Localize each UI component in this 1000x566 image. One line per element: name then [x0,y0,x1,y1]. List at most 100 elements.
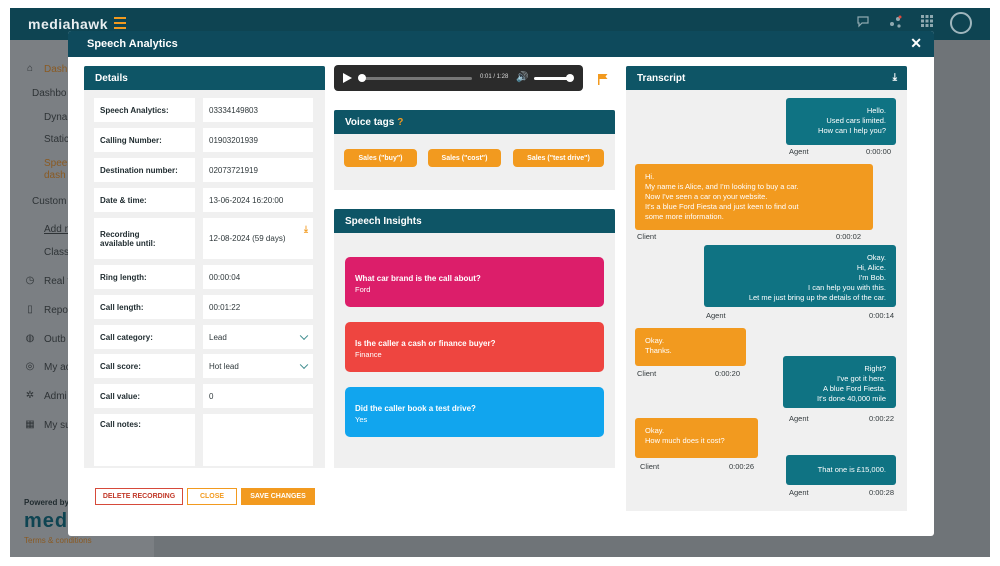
client-message: Okay. How much does it cost? [635,418,758,458]
play-icon[interactable] [343,73,352,83]
client-message: Hi. My name is Alice, and I'm looking to… [635,164,873,230]
download-icon[interactable]: ⤓ [304,224,308,235]
volume-handle[interactable] [566,74,574,82]
agent-message: Right? I've got it here. A blue Ford Fie… [783,356,896,408]
flag-icon[interactable] [597,72,609,85]
detail-label: Call category: [94,325,195,349]
detail-label: Date & time: [94,188,195,212]
message-speaker: Agent [789,414,809,423]
apps-grid-icon[interactable] [918,14,936,32]
detail-label: Speech Analytics: [94,98,195,122]
footer-logo: med [24,510,69,532]
voice-tag[interactable]: Sales ("buy") [344,149,417,167]
message-speaker: Client [637,369,657,378]
detail-label: Ring length: [94,265,195,289]
voice-tags-panel: Voice tags? Sales ("buy") Sales ("cost")… [334,110,615,190]
details-panel: Details Speech Analytics: 03334149803 Ca… [84,66,325,468]
details-title: Details [84,66,325,90]
clock-icon: ◷ [25,275,35,286]
volume-icon[interactable]: 🔊 [516,72,528,83]
message-speaker: Client [640,462,660,471]
modal-header: Speech Analytics ✕ [68,31,934,57]
detail-row: Recording available until: 12-08-2024 (5… [94,218,313,259]
recording-available-value: 12-08-2024 (59 days) ⤓ [203,218,313,259]
chat-icon[interactable] [854,14,872,32]
close-button[interactable]: CLOSE [187,488,237,505]
detail-row: Call length: 00:01:22 [94,295,313,319]
audio-player: 0:01 / 1:28 🔊 [334,65,583,91]
call-score-select[interactable]: Hot lead [203,354,313,378]
speech-analytics-modal: Speech Analytics ✕ Details Speech Analyt… [68,31,934,536]
detail-row: Destination number: 02073721919 [94,158,313,182]
detail-label: Call length: [94,295,195,319]
speech-insights-title: Speech Insights [334,209,615,233]
user-avatar-icon[interactable] [950,12,972,34]
speech-insights-panel: Speech Insights What car brand is the ca… [334,209,615,468]
help-icon[interactable]: ? [397,117,403,128]
brand-logo[interactable]: mediahawk [28,16,108,32]
volume-track[interactable] [534,77,570,80]
insight-answer: Ford [355,285,371,294]
detail-label: Calling Number: [94,128,195,152]
delete-recording-button[interactable]: DELETE RECORDING [95,488,183,505]
message-speaker: Agent [789,488,809,497]
detail-row: Calling Number: 01903201939 [94,128,313,152]
detail-row: Call value: 0 [94,384,313,408]
detail-row: Speech Analytics: 03334149803 [94,98,313,122]
progress-handle[interactable] [358,74,366,82]
message-time: 0:00:20 [715,369,741,378]
download-icon[interactable]: ⤓ [893,72,897,83]
detail-value: 01903201939 [203,128,313,152]
message-time: 0:00:14 [869,311,895,320]
message-time: 0:00:00 [866,147,892,156]
insight-card[interactable]: Did the caller book a test drive? Yes [345,387,604,437]
terms-link[interactable]: Terms & conditions [24,536,92,545]
agent-message: Okay. Hi, Alice. I'm Bob. I can help you… [704,245,896,307]
message-speaker: Agent [789,147,809,156]
gear-icon: ✲ [25,390,35,401]
save-changes-button[interactable]: SAVE CHANGES [241,488,315,505]
call-notes-textarea[interactable] [203,414,313,466]
detail-row: Date & time: 13-06-2024 16:20:00 [94,188,313,212]
playback-time: 0:01 / 1:28 [480,74,509,80]
message-time: 0:00:22 [869,414,895,423]
call-value-input[interactable]: 0 [203,384,313,408]
transcript-panel: Transcript ⤓ Hello. Used cars limited. H… [626,66,907,511]
integrations-icon[interactable] [886,14,904,32]
detail-value: 00:00:04 [203,265,313,289]
modal-title: Speech Analytics [87,38,178,50]
voice-tag[interactable]: Sales ("test drive") [513,149,604,167]
insight-question: Is the caller a cash or finance buyer? [355,339,496,348]
agent-message: That one is £15,000. [786,455,896,485]
message-speaker: Agent [706,311,726,320]
insight-answer: Finance [355,350,382,359]
insight-card[interactable]: Is the caller a cash or finance buyer? F… [345,322,604,372]
chevron-down-icon [299,360,309,370]
home-icon: ⌂ [26,63,34,74]
detail-label: Call value: [94,384,195,408]
call-category-select[interactable]: Lead [203,325,313,349]
agent-message: Hello. Used cars limited. How can I help… [786,98,896,145]
detail-value: 13-06-2024 16:20:00 [203,188,313,212]
message-time: 0:00:26 [729,462,755,471]
voice-tag[interactable]: Sales ("cost") [428,149,501,167]
close-icon[interactable]: ✕ [910,35,922,52]
transcript-header: Transcript ⤓ [626,66,907,90]
chevron-down-icon [299,331,309,341]
detail-row: Call notes: [94,414,313,466]
client-message: Okay. Thanks. [635,328,746,366]
document-icon: ▯ [27,304,33,315]
detail-row: Call score: Hot lead [94,354,313,378]
progress-track[interactable] [360,77,472,80]
message-time: 0:00:28 [869,488,895,497]
detail-value: 00:01:22 [203,295,313,319]
insight-question: Did the caller book a test drive? [355,404,476,413]
powered-by-label: Powered by [24,498,69,507]
detail-value: 03334149803 [203,98,313,122]
globe-icon: ◍ [25,333,35,344]
detail-row: Ring length: 00:00:04 [94,265,313,289]
menu-icon[interactable] [114,17,126,29]
detail-row: Call category: Lead [94,325,313,349]
insight-card[interactable]: What car brand is the call about? Ford [345,257,604,307]
detail-value: 02073721919 [203,158,313,182]
